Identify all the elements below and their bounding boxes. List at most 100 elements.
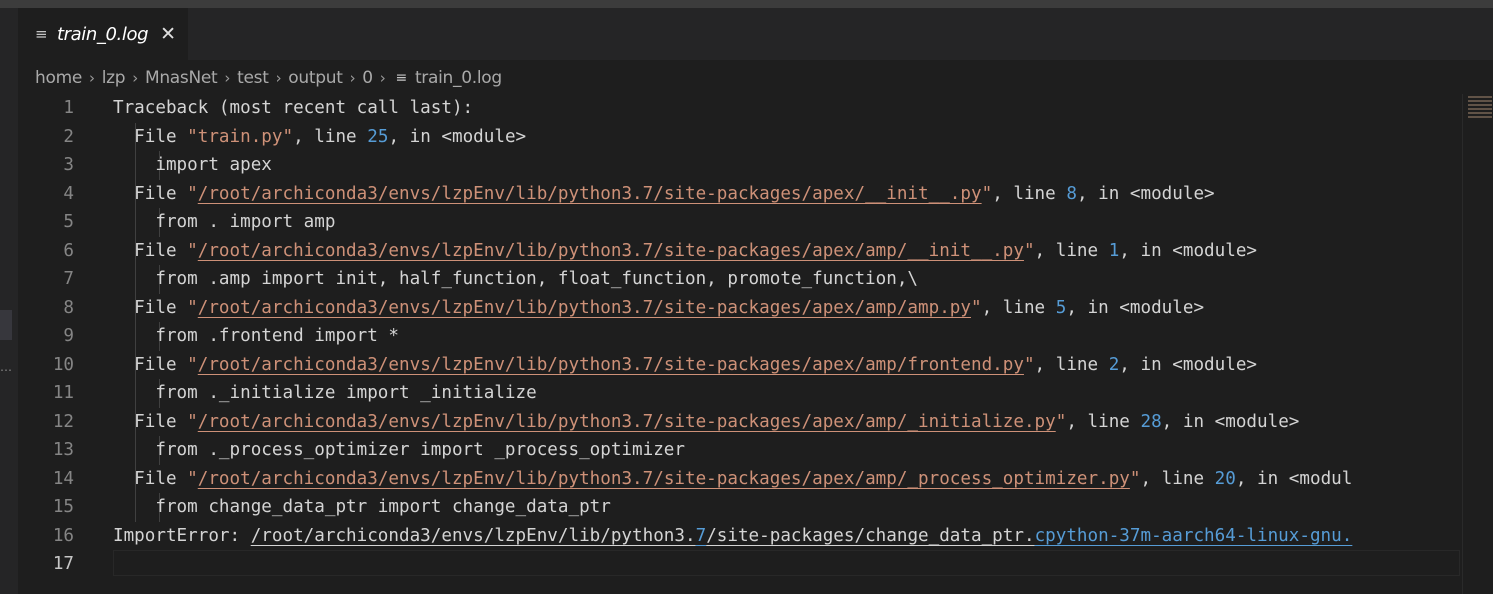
tab-label: train_0.log [57,23,149,45]
breadcrumb-item-output[interactable]: output [288,68,343,88]
line-number: 1 [63,98,74,118]
title-strip [0,0,1493,8]
code-line[interactable]: 1 Traceback (most recent call last): [0,94,1462,123]
code-editor[interactable]: 1 Traceback (most recent call last): 2 Fil… [0,94,1462,594]
code-token-str[interactable]: /root/archiconda3/envs/lzpEnv/lib/python… [198,355,1024,375]
code-token-str: " [187,183,198,204]
code-line[interactable]: 13 from ._process_optimizer import _proc… [0,436,1462,465]
breadcrumb-item-file[interactable]: train_0.log [415,68,502,88]
code-token: , line [1034,240,1109,261]
line-number: 13 [52,440,74,460]
code-token-str[interactable]: /root/archiconda3/envs/lzpEnv/lib/python… [198,412,1056,432]
code-token-str: " [187,411,198,432]
code-line[interactable]: 16 ImportError: /root/archiconda3/envs/lz… [0,522,1462,551]
code-token: , line [293,126,368,147]
code-line[interactable]: 10 File "/root/archiconda3/envs/lzpEnv/l… [0,350,1462,379]
code-token-blue[interactable]: cpython-37m-aarch64-linux-gnu. [1035,526,1353,546]
code-token: from .amp import init, half_function, fl… [113,269,919,289]
code-token: , in <module> [1076,183,1215,204]
code-token: File [113,240,188,261]
chevron-right-icon: › [275,69,282,87]
code-text: File "train.py", line 25, in <module> [113,123,526,152]
file-lines-icon: ≡ [35,25,48,43]
code-token: File [113,183,188,204]
code-line[interactable]: 17 [0,550,1462,579]
code-token-str[interactable]: /root/archiconda3/envs/lzpEnv/lib/python… [198,469,1130,489]
code-token: , line [1066,411,1141,432]
code-line[interactable]: 12 File "/root/archiconda3/envs/lzpEnv/l… [0,407,1462,437]
code-token-str[interactable]: /root/archiconda3/envs/lzpEnv/lib/python… [198,241,1024,261]
code-token: from .frontend import * [113,326,399,346]
code-token-str: " [981,183,993,204]
code-text: from ._process_optimizer import _process… [113,436,685,465]
code-line[interactable]: 4 File "/root/archiconda3/envs/lzpEnv/li… [0,179,1462,208]
code-token: from ._process_optimizer import _process… [113,440,685,460]
line-number: 7 [63,269,74,289]
code-token: from ._initialize import _initialize [113,383,537,403]
code-line[interactable]: 3 import apex [0,151,1462,180]
line-number: 2 [63,126,74,147]
current-line-highlight [113,550,1460,576]
code-token: File [113,297,188,318]
code-token-str: " [1055,411,1067,432]
chevron-right-icon: › [224,69,231,87]
breadcrumb-item-mnasnet[interactable]: MnasNet [145,68,218,88]
code-token-str[interactable]: /root/archiconda3/envs/lzpEnv/lib/python… [198,298,971,318]
line-number: 10 [52,354,74,375]
line-number: 14 [52,468,74,489]
code-token-num: 1 [1108,240,1120,261]
code-token-str: " [1023,354,1035,375]
vertical-scrollbar[interactable] [1462,94,1493,594]
line-number: 9 [63,326,74,346]
code-token: , line [981,297,1056,318]
tab-bar [0,8,1493,60]
code-text: import apex [113,151,272,180]
minimap[interactable] [1468,94,1492,126]
line-number: 5 [63,212,74,232]
breadcrumb-item-0[interactable]: 0 [362,68,373,88]
code-token: , in <module> [1066,297,1205,318]
code-token-blue[interactable]: 7 [696,526,707,546]
code-token-str: " [187,240,198,261]
code-token-num: 8 [1066,183,1077,204]
line-number: 4 [63,183,74,204]
line-number: 16 [52,525,74,546]
code-token: File [113,468,188,489]
code-line[interactable]: 5 from . import amp [0,208,1462,237]
code-token-pathw[interactable]: /root/archiconda3/envs/lzpEnv/lib/python… [251,526,696,546]
code-line[interactable]: 7 from .amp import init, half_function, … [0,265,1462,294]
breadcrumb: home › lzp › MnasNet › test › output › 0… [35,64,502,92]
code-token-pathw[interactable]: /site-packages/change_data_ptr. [706,526,1034,546]
code-line[interactable]: 9 from .frontend import * [0,322,1462,351]
code-token-str: " [1023,240,1035,261]
code-token: , in <module> [1119,354,1257,375]
code-line[interactable]: 15 from change_data_ptr import change_da… [0,493,1462,522]
line-number: 11 [52,383,74,403]
chevron-right-icon: › [379,69,386,87]
code-token-num: 25 [367,126,389,147]
code-token-str[interactable]: /root/archiconda3/envs/lzpEnv/lib/python… [198,184,982,204]
breadcrumb-item-home[interactable]: home [35,68,82,88]
code-line[interactable]: 2 File "train.py", line 25, in <module> [0,122,1462,152]
code-token-str: " [187,297,198,318]
code-token-num: 28 [1140,411,1162,432]
code-line[interactable]: 11 from ._initialize import _initialize [0,379,1462,408]
code-token-str: " [971,297,982,318]
code-token: import apex [113,155,272,175]
tab-train-log[interactable]: ≡ train_0.log ✕ [18,8,188,60]
code-line[interactable]: 8 File "/root/archiconda3/envs/lzpEnv/li… [0,293,1462,322]
breadcrumb-item-test[interactable]: test [237,68,269,88]
chevron-right-icon: › [349,69,356,87]
code-token: , in <module> [1161,411,1300,432]
code-text: from change_data_ptr import change_data_… [113,493,610,522]
code-text: File "/root/archiconda3/envs/lzpEnv/lib/… [113,408,1299,437]
code-line[interactable]: 6 File "/root/archiconda3/envs/lzpEnv/li… [0,236,1462,265]
breadcrumb-item-lzp[interactable]: lzp [102,68,126,88]
code-line[interactable]: 14 File "/root/archiconda3/envs/lzpEnv/l… [0,464,1462,493]
code-token: from . import amp [113,212,336,232]
code-token: File [113,354,188,375]
code-token: , in <module> [388,126,527,147]
code-token: Traceback (most recent call last): [113,98,474,118]
line-number: 6 [63,240,74,261]
close-icon[interactable]: ✕ [160,23,176,45]
